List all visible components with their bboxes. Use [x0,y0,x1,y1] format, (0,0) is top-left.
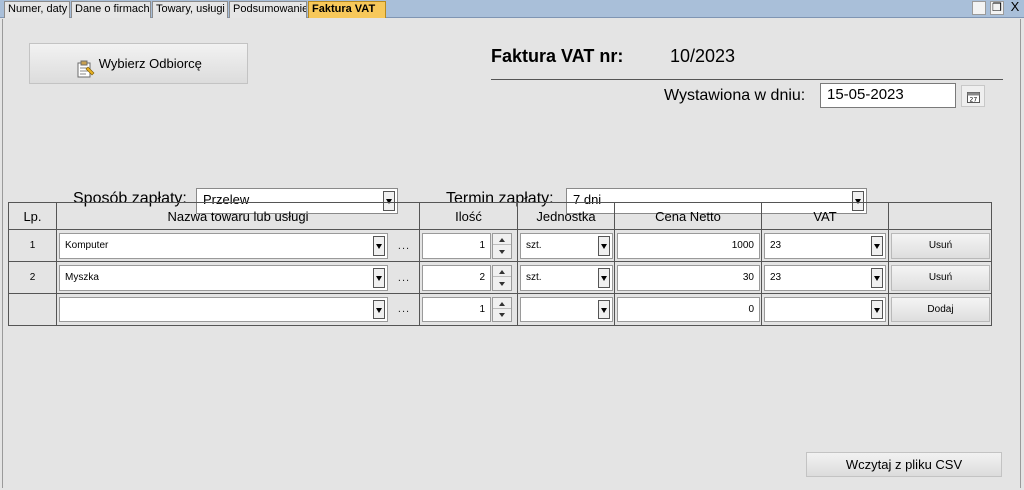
chevron-down-icon [373,300,385,319]
qty-stepper[interactable] [492,265,512,291]
select-recipient-button[interactable]: Wybierz Odbiorcę [29,43,248,84]
svg-text:27: 27 [970,97,978,104]
qty-field[interactable]: 2 [422,265,491,291]
row-number: 2 [9,262,57,294]
qty-field[interactable]: 1 [422,297,491,322]
vat-value: 23 [770,272,782,283]
tab-towary-uslugi[interactable]: Towary, usługi [152,1,228,18]
header-divider [491,79,1003,80]
qty-stepper[interactable] [492,297,512,322]
vat-select[interactable]: 23 [764,265,886,291]
restore-button[interactable]: ❐ [990,1,1004,15]
minimize-button[interactable] [972,1,986,15]
stepper-down-icon[interactable] [493,279,511,290]
tab-bar: Numer, daty Dane o firmach Towary, usług… [0,0,1024,18]
qty-stepper[interactable] [492,233,512,259]
chevron-down-icon [598,300,610,319]
header-actions [889,203,992,230]
header-unit: Jednostka [518,203,615,230]
chevron-down-icon [373,268,385,288]
header-vat: VAT [762,203,889,230]
unit-select[interactable] [520,297,613,322]
stepper-up-icon[interactable] [493,266,511,277]
chevron-down-icon [598,236,610,256]
header-qty: Ilość [420,203,518,230]
item-name-value: Myszka [65,272,99,283]
price-field[interactable]: 0 [617,297,760,322]
delete-row-button[interactable]: Usuń [891,233,990,259]
stepper-up-icon[interactable] [493,234,511,245]
vat-value: 23 [770,240,782,251]
header-price: Cena Netto [615,203,762,230]
vat-select[interactable]: 23 [764,233,886,259]
item-name-select[interactable]: Komputer [59,233,388,259]
chevron-down-icon [373,236,385,256]
header-name: Nazwa towaru lub usługi [57,203,420,230]
calendar-button[interactable]: 27 [961,85,985,107]
unit-value: szt. [526,272,542,283]
stepper-down-icon[interactable] [493,310,511,321]
invoice-number-label: Faktura VAT nr: [491,46,624,66]
clipboard-select-icon [75,55,95,78]
stepper-up-icon[interactable] [493,298,511,309]
stepper-down-icon[interactable] [493,247,511,258]
row-number [9,294,57,325]
issue-date-field[interactable]: 15-05-2023 [820,83,956,108]
item-details-button[interactable]: ... [392,236,416,256]
invoice-number-value: 10/2023 [670,46,736,66]
import-csv-button[interactable]: Wczytaj z pliku CSV [806,452,1002,477]
delete-row-button[interactable]: Usuń [891,265,990,291]
item-name-value: Komputer [65,240,109,251]
tab-numer-daty[interactable]: Numer, daty [4,1,70,18]
chevron-down-icon [871,236,883,256]
tab-podsumowanie[interactable]: Podsumowanie [229,1,307,18]
chevron-down-icon [871,268,883,288]
issue-date-label: Wystawiona w dniu: [664,87,806,104]
chevron-down-icon [598,268,610,288]
add-row-button[interactable]: Dodaj [891,297,990,322]
qty-field[interactable]: 1 [422,233,491,259]
unit-select[interactable]: szt. [520,233,613,259]
chevron-down-icon [871,300,883,319]
header-lp: Lp. [9,203,57,230]
unit-select[interactable]: szt. [520,265,613,291]
restore-icon: ❐ [992,2,1002,14]
unit-value: szt. [526,240,542,251]
close-button[interactable]: X [1008,0,1022,15]
price-field[interactable]: 30 [617,265,760,291]
items-table: Lp. Nazwa towaru lub usługi Ilość Jednos… [8,202,992,326]
item-name-select[interactable] [59,297,388,322]
price-field[interactable]: 1000 [617,233,760,259]
vat-select[interactable] [764,297,886,322]
item-details-button[interactable]: ... [392,299,416,319]
row-number: 1 [9,230,57,262]
calendar-icon: 27 [967,90,980,108]
tab-faktura-vat[interactable]: Faktura VAT [308,1,386,18]
select-recipient-label: Wybierz Odbiorcę [98,56,202,71]
item-details-button[interactable]: ... [392,268,416,288]
tab-dane-o-firmach[interactable]: Dane o firmach [71,1,151,18]
item-name-select[interactable]: Myszka [59,265,388,291]
